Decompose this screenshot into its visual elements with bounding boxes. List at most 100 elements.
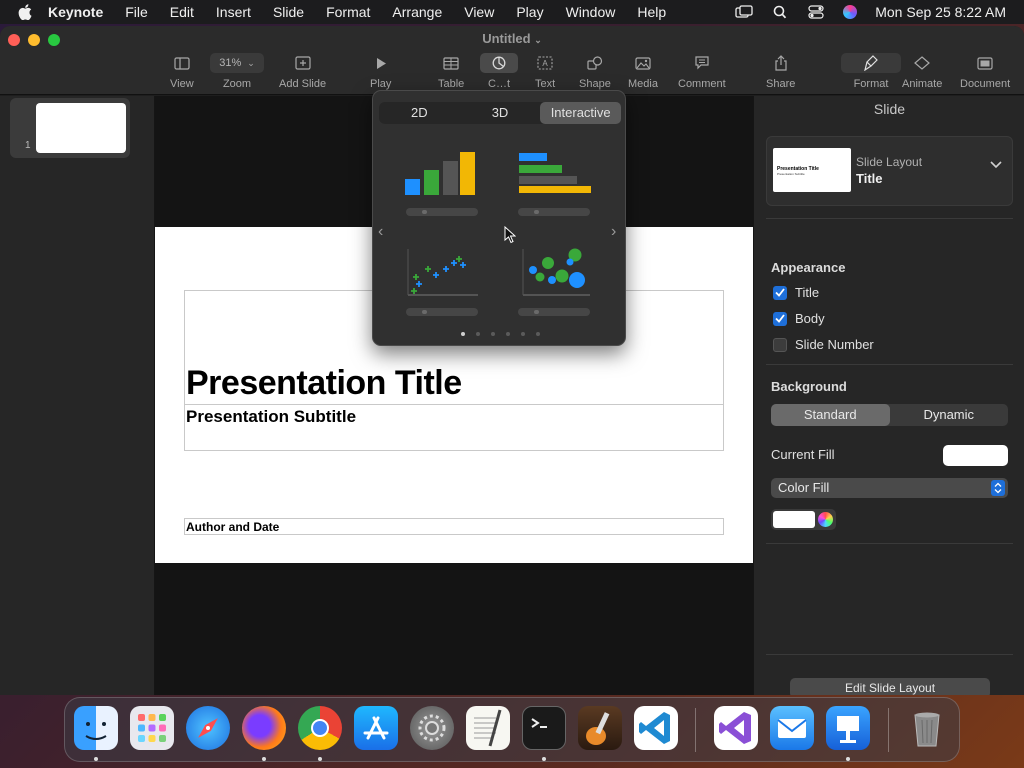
chart-option-scatter[interactable] xyxy=(394,246,484,316)
background-mode-control: Standard Dynamic xyxy=(771,404,1008,426)
color-wheel-icon[interactable] xyxy=(818,512,833,527)
firefox-icon[interactable] xyxy=(242,706,286,750)
animate-button[interactable]: Animate xyxy=(902,53,942,90)
terminal-icon[interactable] xyxy=(522,706,566,750)
text-button[interactable]: A Text xyxy=(535,53,555,90)
tab-2d[interactable]: 2D xyxy=(379,102,460,124)
background-dynamic-option[interactable]: Dynamic xyxy=(890,404,1009,426)
title-checkbox-row[interactable]: Title xyxy=(773,285,819,300)
page-dot[interactable] xyxy=(490,332,495,336)
menu-app-name[interactable]: Keynote xyxy=(48,4,103,20)
running-indicator xyxy=(318,757,322,761)
menu-slide[interactable]: Slide xyxy=(273,4,304,20)
dock-separator xyxy=(888,708,889,752)
fill-type-select[interactable]: Color Fill xyxy=(771,478,1008,498)
garageband-icon[interactable] xyxy=(578,706,622,750)
menu-arrange[interactable]: Arrange xyxy=(392,4,442,20)
chevron-right-icon[interactable]: › xyxy=(611,223,616,241)
launchpad-icon[interactable] xyxy=(130,706,174,750)
textedit-icon[interactable] xyxy=(466,706,510,750)
chart-button[interactable]: C…t xyxy=(480,53,518,90)
current-fill-swatch[interactable] xyxy=(943,445,1008,466)
chart-pie-icon xyxy=(480,53,518,73)
slide-layout-selector[interactable]: Presentation Title Presentation Subtitle… xyxy=(766,136,1013,206)
checkbox-checked-icon[interactable] xyxy=(773,285,787,300)
media-label: Media xyxy=(628,78,658,90)
play-button[interactable]: Play xyxy=(370,53,391,90)
page-dot[interactable] xyxy=(520,332,525,336)
add-slide-label: Add Slide xyxy=(279,78,327,90)
slide-thumbnail-selected[interactable]: 1 xyxy=(10,98,130,158)
visual-studio-icon[interactable] xyxy=(714,706,758,750)
table-icon xyxy=(443,53,459,73)
text-label: Text xyxy=(535,78,556,90)
share-button[interactable]: Share xyxy=(766,53,795,90)
fill-color-well[interactable] xyxy=(771,509,836,530)
media-button[interactable]: Media xyxy=(628,53,658,90)
menu-help[interactable]: Help xyxy=(637,4,666,20)
column-chart-icon xyxy=(405,152,475,195)
slide-number-checkbox-row[interactable]: Slide Number xyxy=(773,337,874,352)
slide-author-date[interactable]: Author and Date xyxy=(186,520,279,534)
fill-type-value: Color Fill xyxy=(778,480,830,495)
chart-option-bubble[interactable] xyxy=(506,246,596,316)
mail-icon[interactable] xyxy=(770,706,814,750)
layout-thumb-subtitle: Presentation Subtitle xyxy=(777,172,805,176)
document-button[interactable]: Document xyxy=(960,53,1010,90)
vscode-icon[interactable] xyxy=(634,706,678,750)
checkbox-checked-icon[interactable] xyxy=(773,311,787,326)
menu-file[interactable]: File xyxy=(125,4,148,20)
page-dot-active[interactable] xyxy=(460,332,465,336)
zoom-button[interactable]: 31% ⌄ Zoom xyxy=(210,53,264,90)
page-dot[interactable] xyxy=(535,332,540,336)
page-dot[interactable] xyxy=(475,332,480,336)
chrome-icon[interactable] xyxy=(298,706,342,750)
menu-edit[interactable]: Edit xyxy=(170,4,194,20)
shape-icon xyxy=(587,53,603,73)
format-button[interactable]: Format xyxy=(841,53,901,90)
spotlight-search-icon[interactable] xyxy=(771,5,789,19)
apple-icon[interactable] xyxy=(18,4,32,20)
document-title[interactable]: Untitled ⌄ xyxy=(0,31,1024,46)
control-center-icon[interactable] xyxy=(807,5,825,19)
tab-3d[interactable]: 3D xyxy=(460,102,541,124)
chart-option-caption xyxy=(406,308,478,316)
menu-view[interactable]: View xyxy=(464,4,494,20)
view-button[interactable]: View xyxy=(170,53,194,90)
screen-mirroring-icon[interactable] xyxy=(735,5,753,19)
comment-button[interactable]: Comment xyxy=(678,53,726,90)
chevron-left-icon[interactable]: ‹ xyxy=(378,223,383,241)
slide-subtitle[interactable]: Presentation Subtitle xyxy=(186,407,356,427)
page-dot[interactable] xyxy=(505,332,510,336)
trash-icon[interactable] xyxy=(905,706,949,750)
add-slide-button[interactable]: Add Slide xyxy=(279,53,326,90)
chart-option-column[interactable] xyxy=(394,146,484,216)
zoom-selector[interactable]: 31% ⌄ xyxy=(210,53,264,73)
background-standard-option[interactable]: Standard xyxy=(771,404,890,426)
chevron-down-icon: ⌄ xyxy=(247,57,255,68)
table-button[interactable]: Table xyxy=(438,53,464,90)
safari-icon[interactable] xyxy=(186,706,230,750)
edit-slide-layout-button[interactable]: Edit Slide Layout xyxy=(790,678,990,695)
fill-color-swatch[interactable] xyxy=(773,511,815,528)
menu-insert[interactable]: Insert xyxy=(216,4,251,20)
shape-button[interactable]: Shape xyxy=(579,53,611,90)
menu-clock[interactable]: Mon Sep 25 8:22 AM xyxy=(875,4,1006,20)
body-checkbox-row[interactable]: Body xyxy=(773,311,825,326)
format-label: Format xyxy=(853,78,889,90)
system-settings-icon[interactable] xyxy=(410,706,454,750)
menu-window[interactable]: Window xyxy=(566,4,616,20)
shape-label: Shape xyxy=(579,78,611,90)
tab-interactive[interactable]: Interactive xyxy=(540,102,622,124)
keynote-icon[interactable] xyxy=(826,706,870,750)
slide-number: 1 xyxy=(25,140,31,151)
siri-icon[interactable] xyxy=(843,5,858,19)
app-store-icon[interactable] xyxy=(354,706,398,750)
checkbox-unchecked-icon[interactable] xyxy=(773,337,787,352)
finder-icon[interactable] xyxy=(74,706,118,750)
chart-option-bar[interactable] xyxy=(506,146,596,216)
slide-title[interactable]: Presentation Title xyxy=(186,364,462,403)
menu-play[interactable]: Play xyxy=(516,4,543,20)
menu-format[interactable]: Format xyxy=(326,4,370,20)
divider xyxy=(766,218,1013,219)
